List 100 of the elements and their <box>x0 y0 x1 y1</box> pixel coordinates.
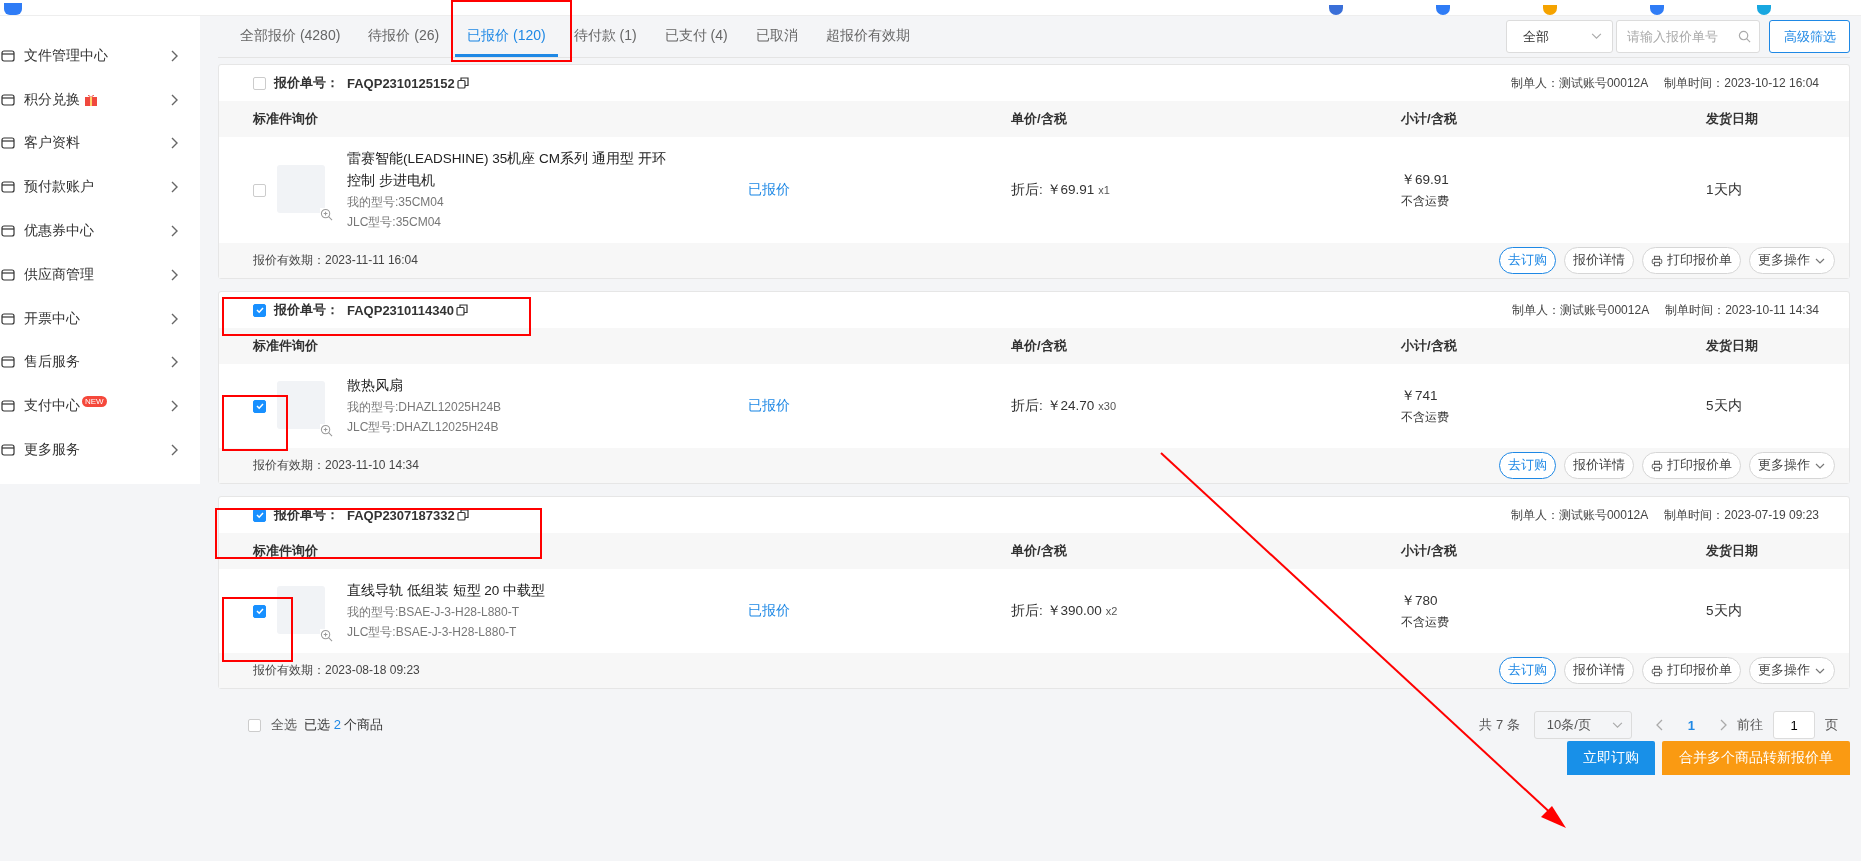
sidebar-label: 客户资料 <box>24 134 80 153</box>
creator-text: 制单人：测试账号00012A <box>1511 301 1650 319</box>
search-icon[interactable] <box>1738 30 1751 43</box>
checkbox[interactable] <box>253 76 266 90</box>
sidebar-item[interactable]: 开票中心 <box>0 296 200 341</box>
column-header: 标准件询价 <box>253 542 319 560</box>
sidebar-item[interactable]: 预付款账户 <box>0 165 200 210</box>
checkbox[interactable] <box>253 183 266 197</box>
checkbox[interactable] <box>253 303 266 317</box>
more-actions-button[interactable]: 更多操作 <box>1749 452 1835 479</box>
delivery-time: 5天内 <box>1706 602 1743 620</box>
print-button[interactable]: 打印报价单 <box>1642 452 1741 479</box>
order-button[interactable]: 去订购 <box>1499 452 1556 479</box>
sidebar-label: 文件管理中心 <box>24 46 108 65</box>
unit-price: 折后: ￥24.70 <box>1011 397 1095 415</box>
zoom-in-icon[interactable] <box>320 424 333 437</box>
zoom-in-icon[interactable] <box>320 208 333 221</box>
printer-icon <box>1651 254 1663 267</box>
model-text: 我的型号:35CM04 <box>347 194 445 211</box>
delivery-time: 5天内 <box>1706 397 1743 415</box>
copy-icon[interactable] <box>456 77 469 89</box>
quantity-text: x2 <box>1105 605 1118 617</box>
subtotal-price: ￥780 <box>1401 591 1439 610</box>
status-tab[interactable]: 已取消 <box>743 27 810 57</box>
goto-label: 前往 <box>1737 716 1763 734</box>
product-name: 直线导轨 低组装 短型 20 中载型 <box>347 582 547 600</box>
creator-text: 制单人：测试账号00012A <box>1510 506 1649 524</box>
print-button[interactable]: 打印报价单 <box>1642 247 1741 274</box>
goto-page-field[interactable]: 1 <box>1773 711 1815 739</box>
created-time-text: 制单时间：2023-10-12 16:04 <box>1664 74 1819 92</box>
chevron-right-icon <box>170 181 178 194</box>
total-count: 共 7 条 <box>1479 716 1520 734</box>
advanced-filter-button[interactable]: 高级筛选 <box>1769 20 1850 53</box>
order-button[interactable]: 去订购 <box>1499 657 1556 684</box>
validity-text: 报价有效期：2023-08-18 09:23 <box>253 662 420 679</box>
sidebar-item[interactable]: 支付中心 NEW <box>0 384 200 429</box>
quote-number-label: 报价单号： <box>274 301 339 319</box>
status-select[interactable]: 全部 <box>1506 20 1613 53</box>
quote-number: FAQP2310114340 <box>347 302 454 318</box>
detail-button[interactable]: 报价详情 <box>1564 452 1634 479</box>
checkbox[interactable] <box>253 604 266 618</box>
column-header: 单价/含税 <box>1011 542 1068 560</box>
product-name: 散热风扇 <box>347 377 404 395</box>
model-text: JLC型号:35CM04 <box>347 214 443 231</box>
model-text: 我的型号:BSAE-J-3-H28-L880-T <box>347 604 521 621</box>
order-button[interactable]: 去订购 <box>1499 247 1556 274</box>
page-unit-label: 页 <box>1825 716 1838 734</box>
sidebar-item[interactable]: 优惠券中心 <box>0 209 200 253</box>
page-size-select[interactable]: 10条/页 <box>1533 711 1632 739</box>
chevron-right-icon <box>170 268 178 281</box>
column-header: 小计/含税 <box>1401 337 1458 355</box>
more-actions-button[interactable]: 更多操作 <box>1749 657 1835 684</box>
status-tab[interactable]: 已支付 (4) <box>652 27 740 57</box>
sidebar-item[interactable]: 更多服务 <box>0 428 200 472</box>
status-tab[interactable]: 待付款 (1) <box>561 27 649 57</box>
next-page-icon[interactable] <box>1719 719 1727 731</box>
select-all-label[interactable]: 全选 <box>271 716 297 734</box>
zoom-in-icon[interactable] <box>320 629 333 642</box>
quote-status: 已报价 <box>748 181 791 199</box>
sidebar-label: 优惠券中心 <box>24 222 94 241</box>
chevron-right-icon <box>170 93 178 106</box>
sidebar-item[interactable]: 文件管理中心 <box>0 34 200 78</box>
product-name: 雷赛智能(LEADSHINE) 35机座 CM系列 通用型 开环控制 步进电机 <box>347 150 667 190</box>
select-all-checkbox[interactable] <box>248 718 261 732</box>
status-tab[interactable]: 超报价有效期 <box>813 27 922 57</box>
status-tab[interactable]: 全部报价 (4280) <box>228 27 353 57</box>
column-header: 标准件询价 <box>253 337 319 355</box>
sidebar-item[interactable]: 积分兑换 <box>0 77 200 122</box>
sidebar-label: 预付款账户 <box>24 178 94 197</box>
delivery-time: 1天内 <box>1706 181 1743 199</box>
copy-icon[interactable] <box>456 304 468 316</box>
quote-status: 已报价 <box>748 397 791 415</box>
status-tab[interactable]: 待报价 (26) <box>356 27 452 57</box>
caret-down-icon <box>1591 33 1602 40</box>
sidebar-item[interactable]: 售后服务 <box>0 340 200 385</box>
print-button[interactable]: 打印报价单 <box>1642 657 1741 684</box>
model-text: JLC型号:DHAZL12025H24B <box>347 419 500 436</box>
new-badge: NEW <box>82 395 107 407</box>
search-field[interactable]: 请输入报价单号 <box>1616 20 1760 53</box>
chevron-right-icon <box>170 400 178 413</box>
model-text: 我的型号:DHAZL12025H24B <box>347 399 503 416</box>
previous-page-icon[interactable] <box>1655 719 1664 731</box>
column-header: 单价/含税 <box>1011 110 1068 128</box>
freight-note: 不含运费 <box>1401 613 1450 631</box>
column-header: 小计/含税 <box>1401 542 1458 560</box>
detail-button[interactable]: 报价详情 <box>1564 247 1634 274</box>
unit-price: 折后: ￥69.91 <box>1011 181 1095 199</box>
product-image-placeholder <box>277 586 325 634</box>
chevron-right-icon <box>170 444 178 457</box>
sidebar-label: 售后服务 <box>24 353 80 372</box>
caret-down-icon <box>1611 721 1623 729</box>
sidebar-item[interactable]: 客户资料 <box>0 121 200 166</box>
status-tab[interactable]: 已报价 (120) <box>455 27 558 57</box>
checkbox[interactable] <box>253 399 266 413</box>
copy-icon[interactable] <box>456 509 469 521</box>
printer-icon <box>1651 664 1663 677</box>
more-actions-button[interactable]: 更多操作 <box>1749 247 1835 274</box>
product-image-placeholder <box>277 165 325 213</box>
detail-button[interactable]: 报价详情 <box>1564 657 1634 684</box>
sidebar-item[interactable]: 供应商管理 <box>0 253 200 297</box>
